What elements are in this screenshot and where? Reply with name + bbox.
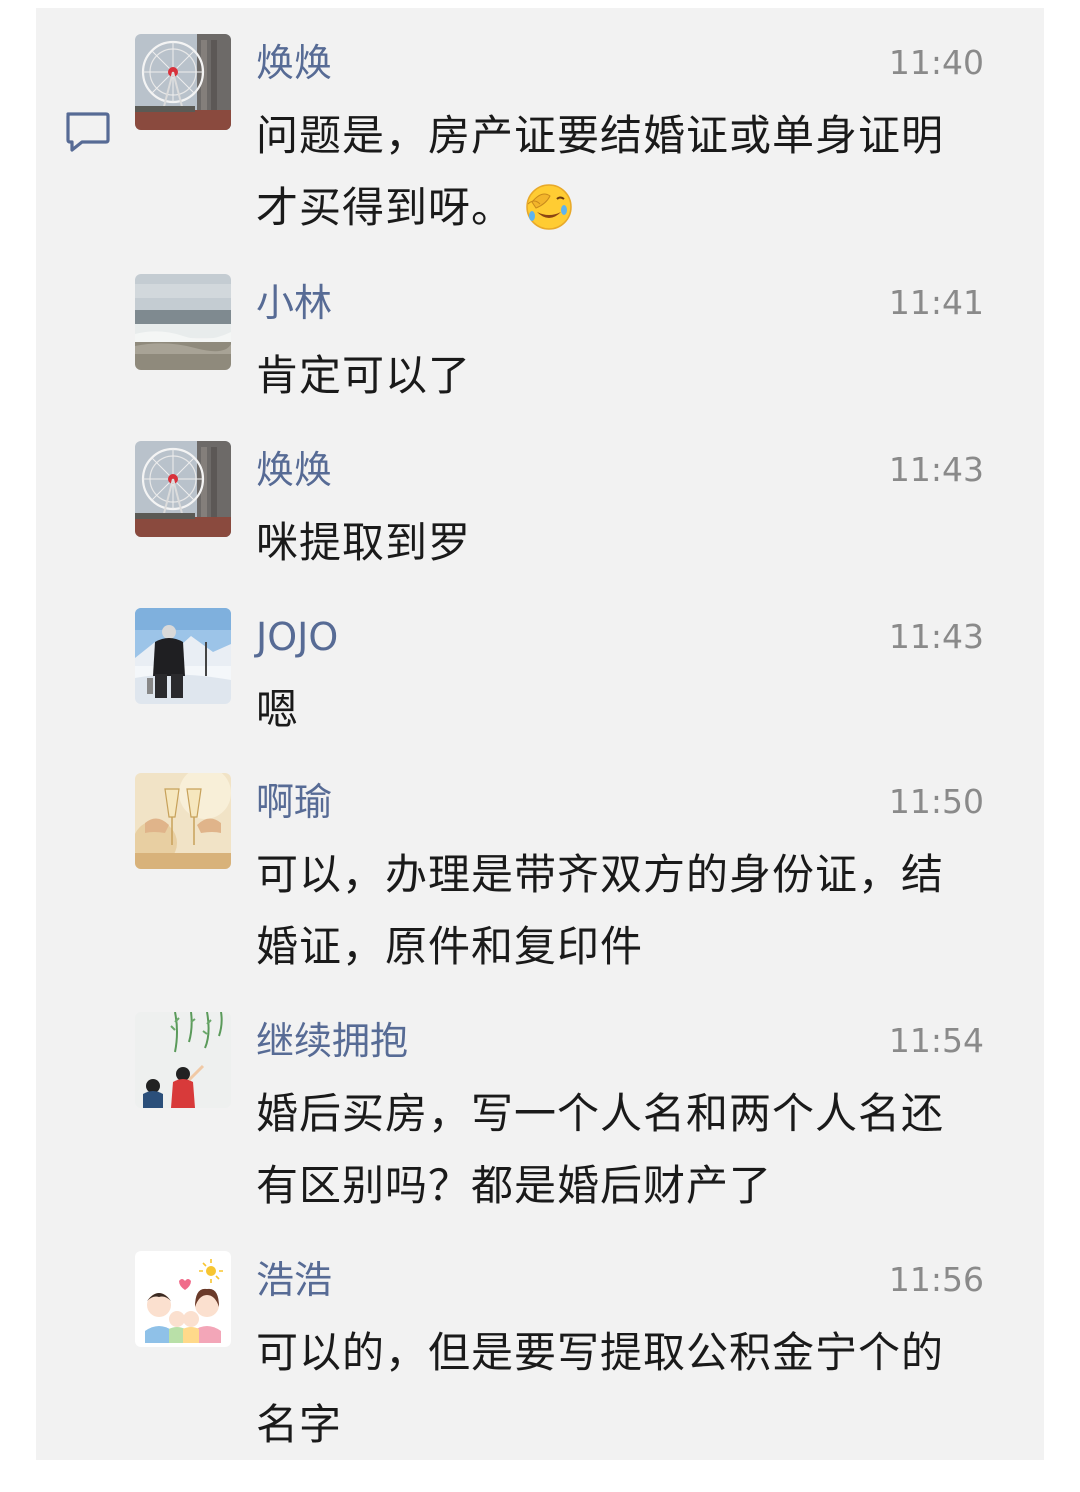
avatar[interactable] <box>135 274 231 370</box>
message-text: 问题是，房产证要结婚证或单身证明才买得到呀。 <box>256 111 945 232</box>
avatar[interactable] <box>135 1012 231 1108</box>
ferris-wheel-avatar-image <box>135 34 231 130</box>
sender-name[interactable]: 焕焕 <box>256 447 332 493</box>
sender-name[interactable]: 焕焕 <box>256 40 332 86</box>
message-text: 婚后买房，写一个人名和两个人名还有区别吗？都是婚后财产了 <box>256 1089 945 1210</box>
sender-name[interactable]: 浩浩 <box>256 1257 332 1303</box>
sender-name[interactable]: JOJO <box>256 614 338 660</box>
comment-icon[interactable] <box>62 108 112 158</box>
avatar[interactable] <box>135 441 231 537</box>
message-time: 11:43 <box>888 450 984 489</box>
message-text: 可以的，但是要写提取公积金宁个的名字 <box>256 1328 945 1449</box>
message-time: 11:41 <box>888 283 984 322</box>
avatar[interactable] <box>135 34 231 130</box>
message-time: 11:40 <box>888 43 984 82</box>
message-time: 11:50 <box>888 782 984 821</box>
avatar[interactable] <box>135 773 231 869</box>
message-text: 嗯 <box>256 685 300 734</box>
avatar[interactable] <box>135 1251 231 1347</box>
sender-name[interactable]: 继续拥抱 <box>256 1018 408 1064</box>
message-time: 11:56 <box>888 1260 984 1299</box>
message-time: 11:54 <box>888 1021 984 1060</box>
message-text: 肯定可以了 <box>256 351 472 400</box>
avatar[interactable] <box>135 608 231 704</box>
children-wall-avatar-image <box>135 1012 231 1108</box>
snow-mountain-person-avatar-image <box>135 608 231 704</box>
champagne-toast-avatar-image <box>135 773 231 869</box>
face-hiding-laugh-emoji <box>526 184 572 230</box>
message-text: 可以，办理是带齐双方的身份证，结婚证，原件和复印件 <box>256 850 945 971</box>
beach-waves-avatar-image <box>135 274 231 370</box>
sender-name[interactable]: 啊瑜 <box>256 779 332 825</box>
cartoon-family-avatar-image <box>135 1251 231 1347</box>
message-text: 咪提取到罗 <box>256 518 472 567</box>
chat-panel: 焕焕 11:40 问题是，房产证要结婚证或单身证明才买得到呀。 小林 11:41… <box>36 8 1044 1460</box>
sender-name[interactable]: 小林 <box>256 280 332 326</box>
message-time: 11:43 <box>888 617 984 656</box>
ferris-wheel-avatar-image <box>135 441 231 537</box>
